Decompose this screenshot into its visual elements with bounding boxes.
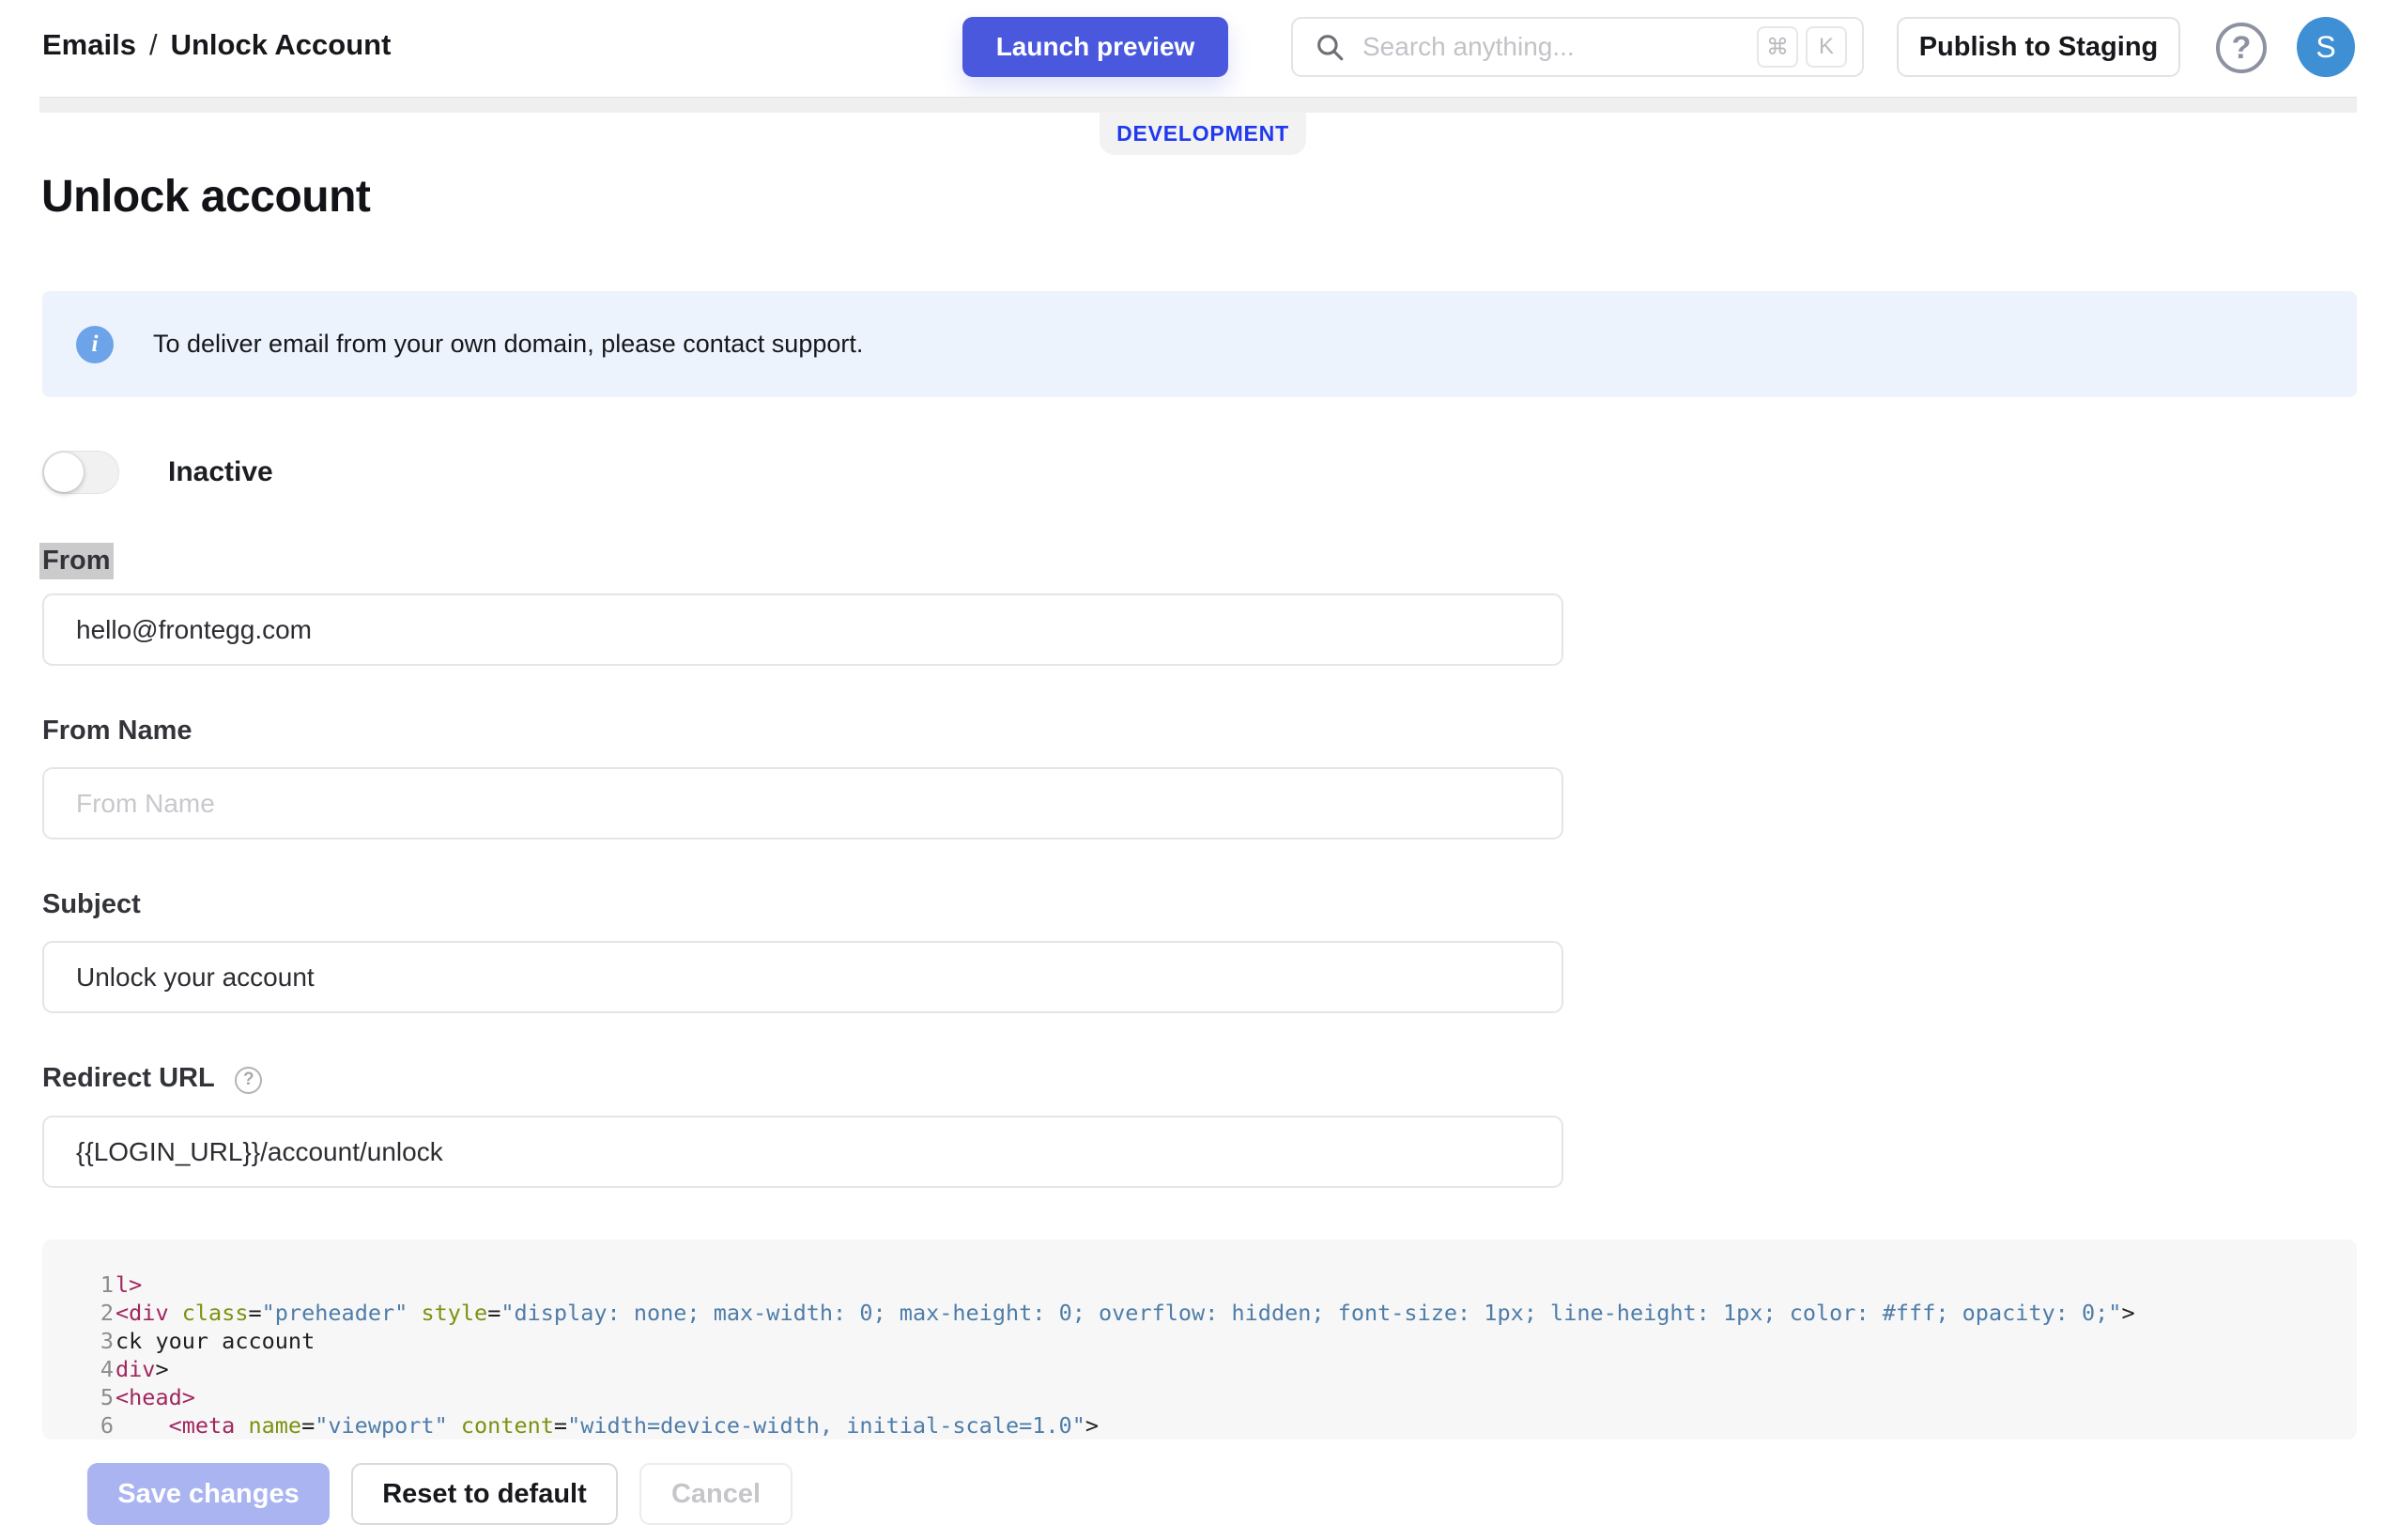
code-line: 6 <meta name="viewport" content="width=d…	[97, 1411, 2357, 1440]
redirect-url-input[interactable]	[42, 1116, 1563, 1188]
subject-label: Subject	[42, 889, 141, 920]
redirect-url-label-row: Redirect URL ?	[42, 1063, 262, 1094]
code-line: 5<head>	[97, 1383, 2357, 1411]
cancel-button[interactable]: Cancel	[639, 1463, 792, 1525]
redirect-url-help-icon[interactable]: ?	[235, 1067, 262, 1094]
code-line: 3ck your account	[97, 1327, 2357, 1355]
info-icon: i	[76, 326, 114, 363]
active-toggle[interactable]	[42, 451, 119, 494]
info-banner-text: To deliver email from your own domain, p…	[153, 330, 863, 359]
breadcrumb: Emails / Unlock Account	[42, 28, 391, 62]
code-line: 1l>	[97, 1270, 2357, 1299]
save-changes-button[interactable]: Save changes	[87, 1463, 330, 1525]
search-input[interactable]	[1362, 32, 1749, 62]
avatar[interactable]: S	[2297, 17, 2355, 77]
reset-to-default-button[interactable]: Reset to default	[351, 1463, 618, 1525]
code-lines: 1l>2<div class="preheader" style="displa…	[42, 1240, 2357, 1440]
html-template-code-editor[interactable]: 1l>2<div class="preheader" style="displa…	[42, 1240, 2357, 1440]
page-title: Unlock account	[41, 171, 370, 223]
environment-tab-label: DEVELOPMENT	[1116, 121, 1289, 146]
toggle-knob	[44, 453, 84, 492]
redirect-url-label: Redirect URL	[42, 1063, 214, 1093]
k-key-icon: K	[1806, 26, 1847, 68]
from-label: From	[39, 543, 114, 579]
form-actions: Save changes Reset to default Cancel	[87, 1463, 792, 1525]
breadcrumb-separator: /	[149, 28, 158, 62]
publish-to-staging-button[interactable]: Publish to Staging	[1897, 17, 2180, 77]
cmd-key-icon: ⌘	[1757, 26, 1798, 68]
subject-input[interactable]	[42, 941, 1563, 1013]
code-line: 2<div class="preheader" style="display: …	[97, 1299, 2357, 1327]
from-input[interactable]	[42, 593, 1563, 666]
launch-preview-button[interactable]: Launch preview	[962, 17, 1228, 77]
info-banner: i To deliver email from your own domain,…	[42, 291, 2357, 397]
status-toggle-row: Inactive	[42, 451, 273, 494]
from-name-label: From Name	[42, 716, 192, 747]
toggle-status-label: Inactive	[168, 456, 273, 488]
top-header: Emails / Unlock Account Launch preview ⌘…	[0, 0, 2385, 96]
environment-tab[interactable]: DEVELOPMENT	[1100, 113, 1306, 155]
breadcrumb-emails-link[interactable]: Emails	[42, 28, 136, 62]
search-icon	[1314, 31, 1346, 63]
search-box[interactable]: ⌘ K	[1291, 17, 1864, 77]
breadcrumb-current-page: Unlock Account	[171, 28, 392, 62]
from-name-input[interactable]	[42, 767, 1563, 839]
environment-strip	[39, 97, 2357, 113]
code-line: 4div>	[97, 1355, 2357, 1383]
help-icon[interactable]: ?	[2216, 23, 2267, 73]
